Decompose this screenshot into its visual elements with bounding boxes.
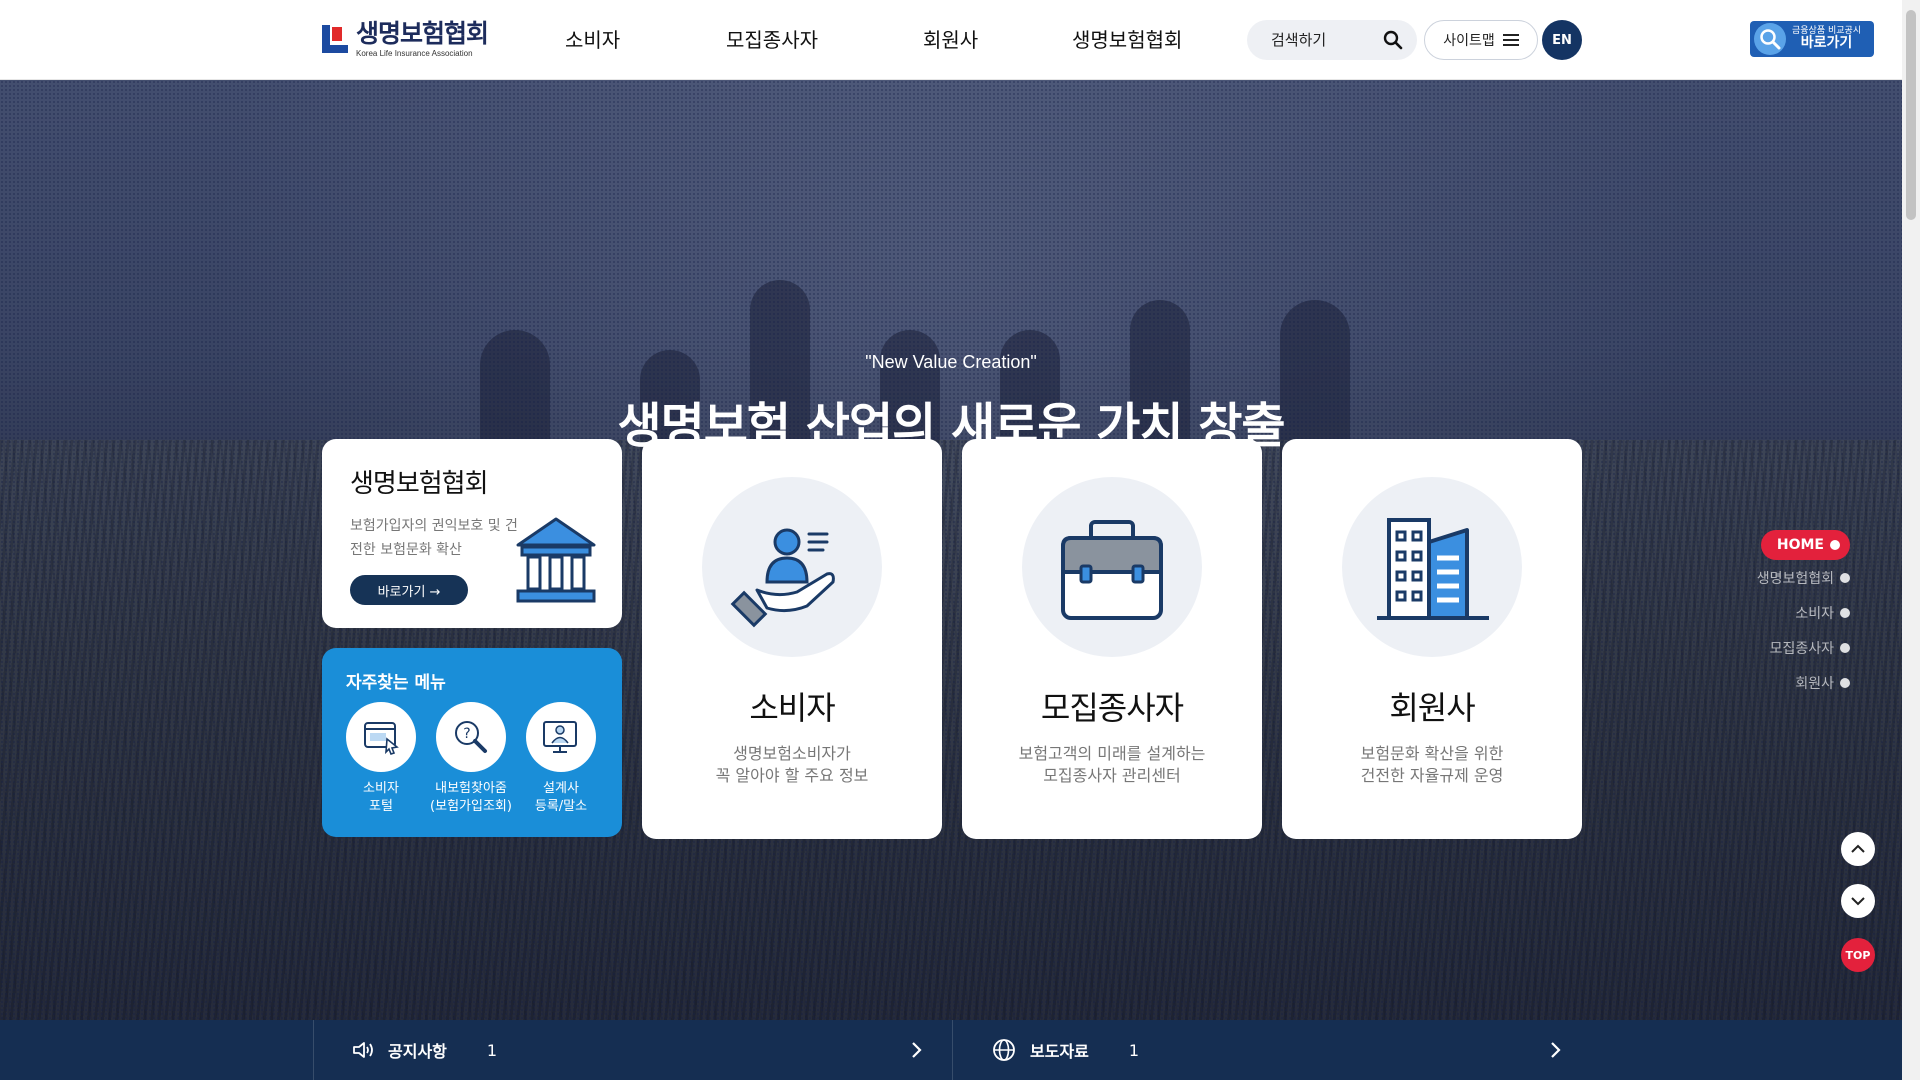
nav-association[interactable]: 생명보험협회 <box>1072 24 1182 53</box>
site-header: 생명보험협회 Korea Life Insurance Association … <box>0 0 1902 80</box>
member-card[interactable]: 회원사 보험문화 확산을 위한 건전한 자율규제 운영 <box>1282 439 1582 839</box>
hamburger-icon <box>1502 34 1519 46</box>
monitor-person-icon <box>543 721 577 753</box>
language-button[interactable]: EN <box>1542 20 1582 60</box>
sitemap-button[interactable]: 사이트맵 <box>1424 20 1538 60</box>
search-icon[interactable] <box>1383 30 1403 50</box>
briefcase-icon <box>1061 520 1163 620</box>
press-next-arrow-icon[interactable] <box>1545 1040 1565 1060</box>
buildings-icon <box>1377 518 1489 620</box>
logo-mark-icon <box>320 23 350 57</box>
hero-section: "New Value Creation" 생명보험 산업의 새로운 가치 창출 … <box>0 80 1902 1020</box>
site-logo[interactable]: 생명보험협회 Korea Life Insurance Association <box>320 20 489 58</box>
notice-next-arrow-icon[interactable] <box>906 1040 926 1060</box>
news-bar: 공지사항 1 보도자료 1 <box>0 1020 1902 1080</box>
recruiter-card[interactable]: 모집종사자 보험고객의 미래를 설계하는 모집종사자 관리센터 <box>962 439 1262 839</box>
scrollbar-thumb[interactable] <box>1906 10 1916 220</box>
side-nav-recruiter[interactable]: 모집종사자 <box>1770 638 1850 658</box>
quick-menu-title: 자주찾는 메뉴 <box>346 673 446 693</box>
slogan-korean: 생명보험 산업의 새로운 가치 창출 <box>617 398 1285 454</box>
logo-name: 생명보험협회 <box>356 20 489 48</box>
association-go-button[interactable]: 바로가기 → <box>350 575 468 605</box>
product-compare-button[interactable]: 금융상품 비교공시 바로가기 <box>1750 21 1874 57</box>
compare-line2: 바로가기 <box>1800 35 1853 52</box>
association-card: 생명보험협회 보험가입자의 권익보호 및 건전한 보험문화 확산 바로가기 → <box>322 439 622 628</box>
consumer-card[interactable]: 소비자 생명보험소비자가 꼭 알아야 할 주요 정보 <box>642 439 942 839</box>
scroll-down-button[interactable] <box>1841 884 1875 918</box>
chevron-up-icon <box>1851 844 1865 853</box>
quick-menu-card: 자주찾는 메뉴 소비자 포털 ? 내보험찾아줌 (보험가입조회) 설계사 등록/… <box>322 648 622 837</box>
member-card-title: 회원사 <box>1389 689 1475 727</box>
member-card-desc: 보험문화 확산을 위한 건전한 자율규제 운영 <box>1360 744 1504 785</box>
svg-text:?: ? <box>463 726 470 742</box>
globe-icon <box>993 1039 1015 1061</box>
logo-english-name: Korea Life Insurance Association <box>356 49 473 58</box>
consumer-card-desc: 생명보험소비자가 꼭 알아야 할 주요 정보 <box>715 744 869 785</box>
press-count: 1 <box>1128 1040 1140 1060</box>
side-nav-member[interactable]: 회원사 <box>1795 673 1850 693</box>
notice-count: 1 <box>486 1040 498 1060</box>
sitemap-label: 사이트맵 <box>1443 33 1495 49</box>
nav-consumer[interactable]: 소비자 <box>565 24 620 53</box>
quick-item-find-insurance[interactable]: ? 내보험찾아줌 (보험가입조회) <box>430 702 512 816</box>
top-button[interactable]: TOP <box>1841 938 1875 972</box>
association-card-title: 생명보험협회 <box>350 469 489 499</box>
page-scrollbar[interactable] <box>1902 0 1920 1080</box>
side-nav-consumer[interactable]: 소비자 <box>1795 603 1850 623</box>
consumer-card-title: 소비자 <box>749 689 835 727</box>
bank-building-icon <box>516 517 596 603</box>
chevron-down-icon <box>1851 897 1865 906</box>
recruiter-card-desc: 보험고객의 미래를 설계하는 모집종사자 관리센터 <box>1018 744 1206 785</box>
search-box <box>1247 20 1417 60</box>
nav-member[interactable]: 회원사 <box>923 24 978 53</box>
recruiter-card-title: 모집종사자 <box>1040 689 1184 727</box>
notice-item[interactable]: 공지사항 1 <box>352 1020 497 1080</box>
quick-item-planner-registration[interactable]: 설계사 등록/말소 <box>526 702 596 816</box>
scroll-up-button[interactable] <box>1841 832 1875 866</box>
quick-item-consumer-portal[interactable]: 소비자 포털 <box>346 702 416 816</box>
slogan-english: "New Value Creation" <box>865 352 1037 372</box>
association-card-desc: 보험가입자의 권익보호 및 건전한 보험문화 확산 <box>350 518 518 558</box>
search-input[interactable] <box>1271 31 1381 49</box>
magnifier-icon <box>1754 23 1786 55</box>
press-label: 보도자료 <box>1030 1042 1089 1061</box>
speaker-icon <box>353 1042 373 1058</box>
press-item[interactable]: 보도자료 1 <box>992 1020 1139 1080</box>
hand-person-icon <box>730 528 835 628</box>
magnifier-question-icon: ? <box>455 721 487 753</box>
nav-recruiter[interactable]: 모집종사자 <box>726 24 818 53</box>
side-nav-home[interactable]: HOME <box>1760 530 1850 560</box>
browser-cursor-icon <box>364 722 399 755</box>
notice-label: 공지사항 <box>388 1042 447 1061</box>
side-nav-association[interactable]: 생명보험협회 <box>1757 568 1850 588</box>
